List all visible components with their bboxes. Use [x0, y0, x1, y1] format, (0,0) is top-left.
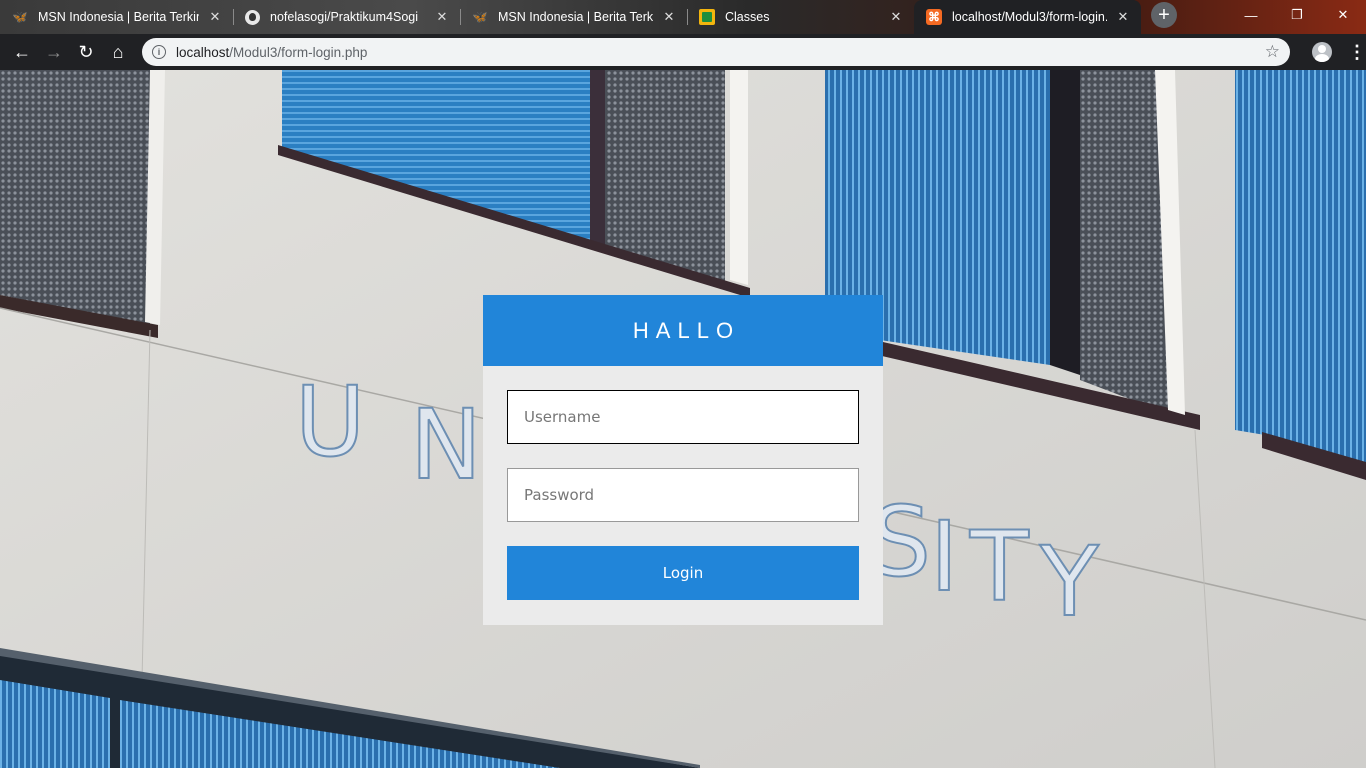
window-controls: — ❐ ✕ — [1228, 0, 1366, 30]
url-path: /Modul3/form-login.php — [229, 44, 368, 60]
home-icon[interactable]: ⌂ — [102, 36, 134, 68]
msn-icon: 🦋 — [12, 10, 28, 24]
github-icon — [245, 9, 260, 25]
tab-title: MSN Indonesia | Berita Terkini — [498, 10, 653, 24]
xampp-icon: ⌘ — [926, 9, 942, 25]
close-icon[interactable]: ✕ — [888, 9, 904, 25]
login-body: Login — [483, 366, 883, 600]
tab-form-login[interactable]: ⌘ localhost/Modul3/form-login.p ✕ — [914, 0, 1141, 34]
url-host: localhost — [176, 44, 230, 60]
close-icon[interactable]: ✕ — [661, 9, 677, 25]
new-tab-button[interactable]: + — [1151, 2, 1177, 28]
msn-icon: 🦋 — [472, 10, 488, 24]
browser-tab-strip: 🦋 MSN Indonesia | Berita Terkini ✕ nofel… — [0, 0, 1366, 34]
password-input[interactable] — [507, 468, 859, 522]
info-icon[interactable]: i — [152, 45, 166, 59]
minimize-icon[interactable]: — — [1228, 0, 1274, 30]
login-form: HALLO Login — [483, 295, 883, 625]
tab-github[interactable]: nofelasogi/Praktikum4Sogi ✕ — [233, 0, 460, 34]
close-icon[interactable]: ✕ — [207, 9, 223, 25]
facade-letter: I — [930, 501, 958, 613]
facade-letter: T — [969, 511, 1029, 623]
tab-title: Classes — [725, 10, 770, 24]
facade-letter: U — [295, 366, 365, 478]
tab-msn-1[interactable]: 🦋 MSN Indonesia | Berita Terkini ✕ — [0, 0, 233, 34]
tab-classes[interactable]: Classes ✕ — [687, 0, 914, 34]
close-icon[interactable]: ✕ — [434, 9, 450, 25]
tab-msn-2[interactable]: 🦋 MSN Indonesia | Berita Terkini ✕ — [460, 0, 687, 34]
login-button[interactable]: Login — [507, 546, 859, 600]
tab-title: localhost/Modul3/form-login.p — [952, 10, 1107, 24]
menu-dots-icon[interactable]: ⋮ — [1348, 42, 1366, 63]
restore-icon[interactable]: ❐ — [1274, 0, 1320, 30]
facade-letter: N — [410, 389, 482, 501]
login-header: HALLO — [483, 295, 883, 366]
tab-title: nofelasogi/Praktikum4Sogi — [270, 10, 418, 24]
close-window-icon[interactable]: ✕ — [1320, 0, 1366, 30]
back-arrow-icon[interactable]: ← — [6, 36, 38, 68]
tab-title: MSN Indonesia | Berita Terkini — [38, 10, 199, 24]
reload-icon[interactable]: ↻ — [70, 36, 102, 68]
facade-letter: Y — [1039, 526, 1099, 638]
username-input[interactable] — [507, 390, 859, 444]
address-bar[interactable]: i localhost/Modul3/form-login.php ☆ — [142, 38, 1290, 66]
profile-avatar-icon[interactable] — [1312, 42, 1332, 62]
close-icon[interactable]: ✕ — [1115, 9, 1131, 25]
page-viewport: U N S I T Y HALLO Login — [0, 70, 1366, 768]
forward-arrow-icon[interactable]: → — [38, 36, 70, 68]
google-classroom-icon — [699, 9, 715, 25]
bookmark-star-icon[interactable]: ☆ — [1265, 42, 1280, 62]
browser-toolbar: ← → ↻ ⌂ i localhost/Modul3/form-login.ph… — [0, 34, 1366, 70]
